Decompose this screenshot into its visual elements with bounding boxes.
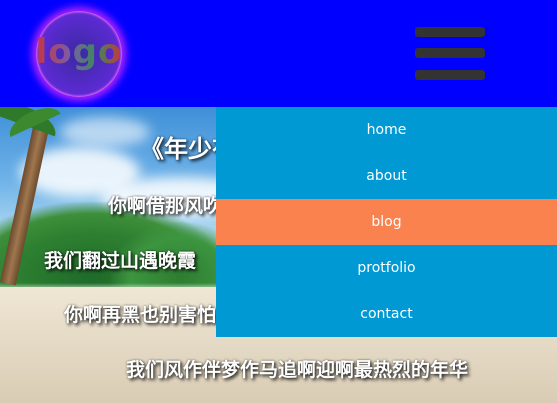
nav-item-protfolio[interactable]: protfolio bbox=[216, 245, 557, 291]
dropdown-nav-menu: home about blog protfolio contact bbox=[216, 107, 557, 337]
header: logo bbox=[0, 0, 557, 107]
hero-line: 你啊再黑也别害怕 bbox=[64, 304, 217, 326]
hero-line: 我们翻过山遇晚霞 bbox=[44, 250, 197, 272]
nav-item-about[interactable]: about bbox=[216, 153, 557, 199]
page: 《年少有为》 你啊借那风吹走灰 我们翻过山遇晚霞 你啊再黑也别害怕 我们风作伴梦… bbox=[0, 0, 557, 403]
menu-bar bbox=[415, 48, 485, 58]
logo-text: logo bbox=[35, 32, 123, 72]
menu-bar bbox=[415, 70, 485, 80]
hamburger-menu-icon[interactable] bbox=[415, 26, 485, 82]
menu-bar bbox=[415, 27, 485, 37]
nav-item-contact[interactable]: contact bbox=[216, 291, 557, 337]
nav-item-blog[interactable]: blog bbox=[216, 199, 557, 245]
nav-item-home[interactable]: home bbox=[216, 107, 557, 153]
logo[interactable]: logo bbox=[36, 11, 122, 97]
cloud bbox=[60, 117, 150, 147]
hero-line: 我们风作伴梦作马追啊迎啊最热烈的年华 bbox=[126, 359, 469, 381]
